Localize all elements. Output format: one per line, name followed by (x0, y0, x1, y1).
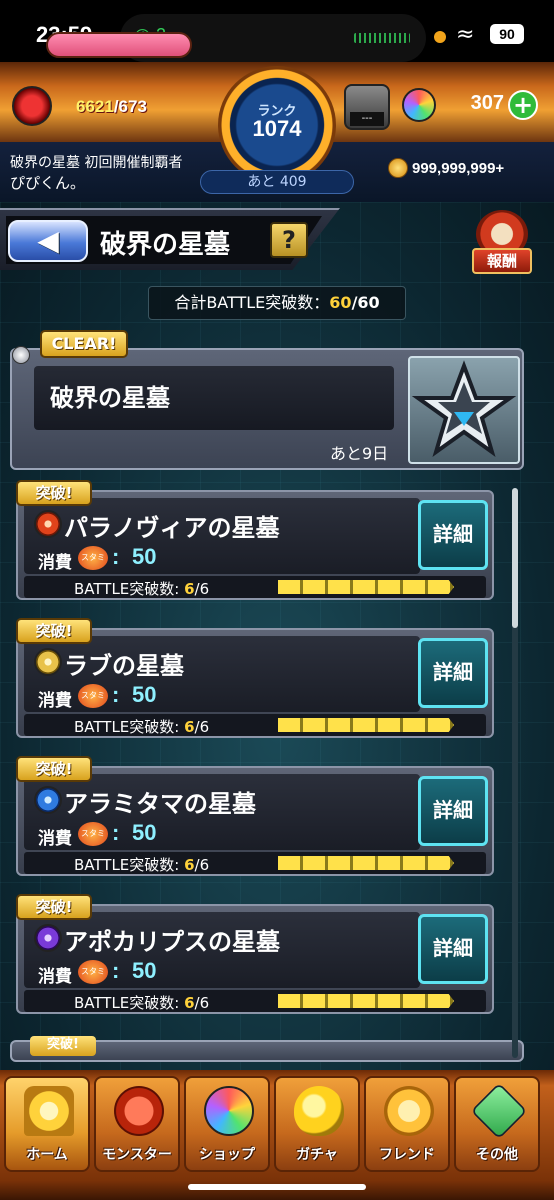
wifi-icon: ≈ (456, 22, 475, 47)
cost-value: 50 (132, 682, 157, 707)
friends-icon (384, 1086, 434, 1136)
nav-label: フレンド (379, 1147, 435, 1163)
event-remaining: あと9日 (330, 444, 389, 463)
stamina-cost-icon: スタミナ (78, 546, 108, 586)
quest-item[interactable]: 突破! ラブの星墓 消費 スタミナ : 50 詳細 BATTLE突破数: 6/6 (16, 618, 494, 738)
nav-monster[interactable]: モンスター (94, 1076, 180, 1172)
battle-count: BATTLE突破数: 6/6 (74, 718, 210, 736)
star-icon (411, 360, 517, 457)
clear-badge: CLEAR! (40, 330, 128, 358)
quest-name: アラミタマの星墓 (64, 789, 256, 818)
reward-label: 報酬 (472, 248, 532, 274)
nav-friend[interactable]: フレンド (364, 1076, 450, 1172)
breakthrough-badge: 突破! (16, 894, 92, 920)
fire-attribute-icon (34, 510, 62, 538)
detail-button[interactable]: 詳細 (418, 914, 488, 984)
cost-label: 消費 (38, 691, 72, 711)
player-name: ぴぴくん。 (10, 174, 86, 192)
page-title: 破界の星墓 (100, 230, 231, 260)
rank-next: あと 409 (200, 170, 354, 194)
breakthrough-badge: 突破! (16, 756, 92, 782)
monster-icon (114, 1086, 164, 1136)
gold-value: 999,999,999+ (412, 160, 505, 177)
detail-button[interactable]: 詳細 (418, 776, 488, 846)
stamina-max: /673 (113, 97, 147, 116)
total-current: 60 (329, 293, 352, 312)
detail-button[interactable]: 詳細 (418, 500, 488, 570)
nav-other[interactable]: その他 (454, 1076, 540, 1172)
gacha-egg-icon (294, 1086, 344, 1136)
breakthrough-badge-partial: 突破! (30, 1036, 96, 1056)
cost-value: 50 (132, 958, 157, 983)
progress-chevrons (278, 718, 454, 732)
detail-button[interactable]: 詳細 (418, 638, 488, 708)
battle-count: BATTLE突破数: 6/6 (74, 580, 210, 598)
quest-name: ラブの星墓 (64, 651, 184, 680)
stamina-icon (12, 86, 52, 126)
scrollbar-thumb[interactable] (512, 488, 518, 628)
other-icon (470, 1082, 528, 1140)
cost-label: 消費 (38, 553, 72, 573)
total-label: 合計BATTLE突破数： (174, 293, 330, 312)
orb-icon (402, 88, 436, 122)
stamina-bar[interactable] (46, 32, 192, 58)
breakthrough-badge: 突破! (16, 480, 92, 506)
stamina-cost-icon: スタミナ (78, 684, 108, 724)
star-emblem (408, 356, 520, 464)
event-name: 破界の星墓 (50, 383, 170, 412)
quest-item[interactable]: 突破! アラミタマの星墓 消費 スタミナ : 50 詳細 BATTLE突破数: … (16, 756, 494, 876)
stamina-cost-icon: スタミナ (78, 960, 108, 1000)
quest-name: アポカリプスの星墓 (64, 927, 280, 956)
item-box-value: --- (350, 112, 384, 126)
pin-icon (12, 346, 30, 364)
player-title: 破界の星墓 初回開催制覇者 (10, 155, 183, 171)
quest-item[interactable]: 突破! パラノヴィアの星墓 消費 スタミナ : 50 詳細 BATTLE突破数:… (16, 480, 494, 600)
nav-label: その他 (476, 1147, 518, 1163)
cost-value: 50 (132, 820, 157, 845)
stamina-text: 6621/673 (76, 97, 147, 117)
nav-label: モンスター (102, 1147, 172, 1163)
reward-button[interactable]: 報酬 (470, 210, 534, 276)
battle-count: BATTLE突破数: 6/6 (74, 856, 210, 874)
rank-value: 1074 (252, 116, 302, 141)
progress-chevrons (278, 580, 454, 594)
stamina-current: 6621 (76, 97, 114, 116)
cost-label: 消費 (38, 829, 72, 849)
orb-icon (204, 1086, 254, 1136)
home-icon (24, 1086, 74, 1136)
nav-label: ショップ (199, 1147, 255, 1163)
home-indicator[interactable] (188, 1184, 366, 1190)
add-orb-button[interactable]: + (508, 90, 538, 120)
total-max: /60 (351, 293, 380, 312)
breakthrough-badge: 突破! (16, 618, 92, 644)
battle-count: BATTLE突破数: 6/6 (74, 994, 210, 1012)
help-button[interactable]: ? (270, 222, 308, 258)
progress-chevrons (278, 856, 454, 870)
nav-home[interactable]: ホーム (4, 1076, 90, 1172)
battery-icon: 90 (490, 24, 524, 44)
progress-chevrons (278, 994, 454, 1008)
nav-shop[interactable]: ショップ (184, 1076, 270, 1172)
quest-name: パラノヴィアの星墓 (64, 513, 280, 542)
orb-count: 307 (470, 92, 504, 114)
dark-attribute-icon (34, 924, 62, 952)
cost-value: 50 (132, 544, 157, 569)
stamina-cost-icon: スタミナ (78, 822, 108, 862)
cost-label: 消費 (38, 967, 72, 987)
total-battle-counter: 合計BATTLE突破数：60/60 (148, 286, 406, 320)
audio-wave-icon (354, 33, 410, 43)
back-arrow-icon: ◀ (37, 224, 59, 257)
gold-coin-icon (388, 158, 408, 178)
nav-label: ガチャ (296, 1147, 338, 1163)
water-attribute-icon (34, 786, 62, 814)
quest-item[interactable]: 突破! アポカリプスの星墓 消費 スタミナ : 50 詳細 BATTLE突破数:… (16, 894, 494, 1014)
nav-gacha[interactable]: ガチャ (274, 1076, 360, 1172)
mic-indicator-icon (434, 31, 446, 43)
light-attribute-icon (34, 648, 62, 676)
nav-label: ホーム (26, 1147, 68, 1163)
